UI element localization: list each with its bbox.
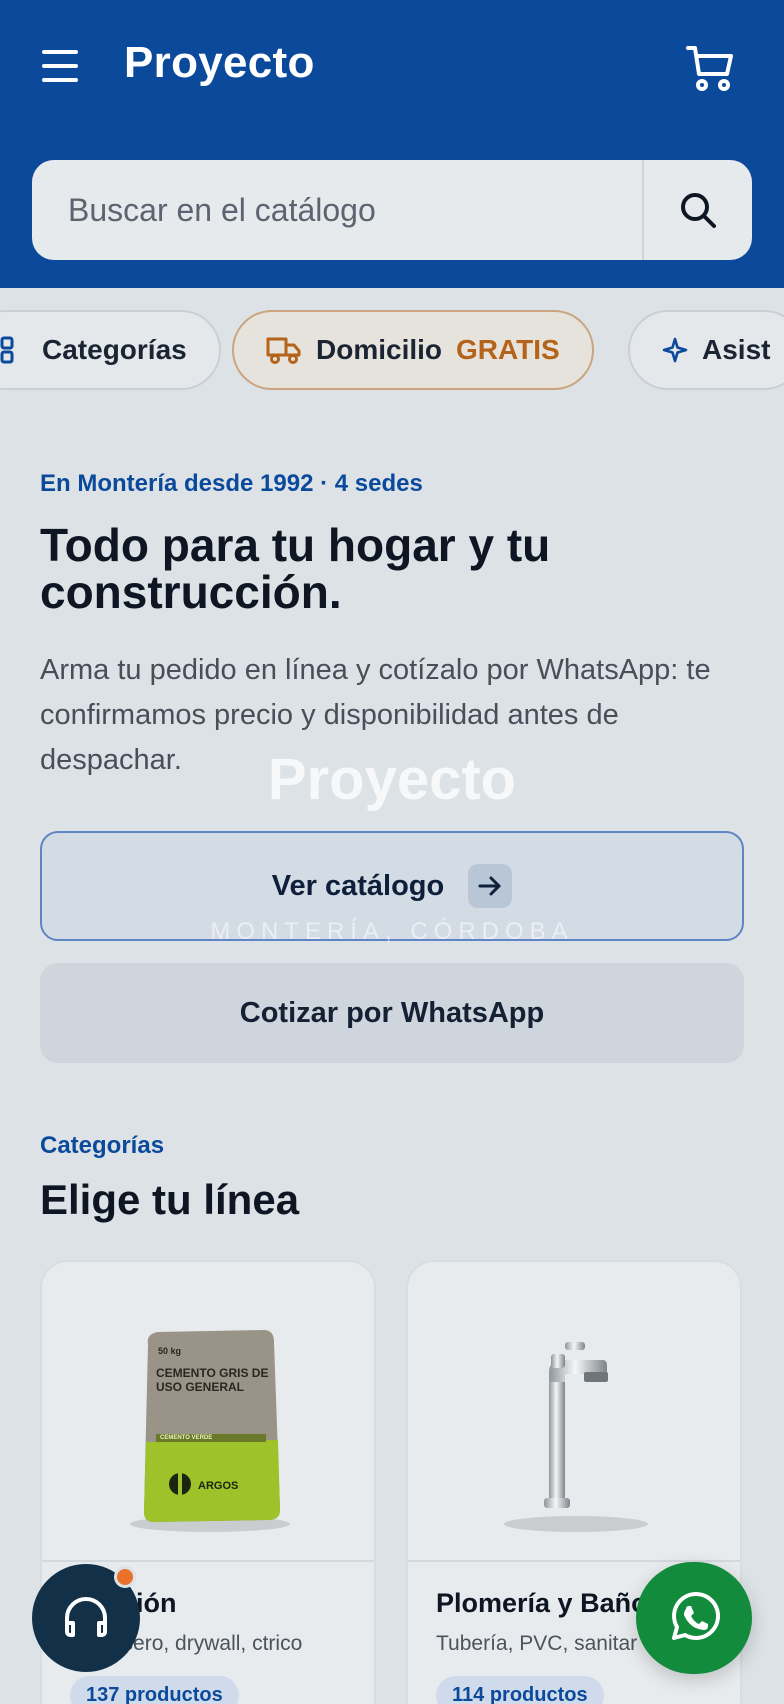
headset-icon	[65, 1597, 107, 1637]
hero-eyebrow: En Montería desde 1992 · 4 sedes	[40, 470, 423, 497]
search-icon	[681, 193, 716, 228]
search-bar	[32, 160, 752, 260]
quick-chips: Categorías Domicilio GRATIS Asist	[0, 288, 784, 398]
brand-logo[interactable]: Proyecto	[124, 38, 315, 88]
truck-icon	[266, 337, 301, 364]
whatsapp-quote-button[interactable]: Cotizar por WhatsApp	[40, 963, 744, 1063]
product-count-badge: 137 productos	[70, 1676, 239, 1704]
sparkle-icon	[662, 337, 688, 363]
hero-section: En Montería desde 1992 · 4 sedes Todo pa…	[0, 398, 784, 1098]
categories-title: Elige tu línea	[40, 1176, 300, 1223]
top-header: Proyecto	[0, 0, 784, 288]
menu-icon-bar	[42, 50, 78, 54]
cement-label-text: CEMENTO GRIS DE USO GENERAL	[156, 1366, 269, 1395]
arrow-right-icon	[468, 864, 513, 908]
faucet-image	[408, 1262, 740, 1562]
chip-assistant[interactable]: Asist	[628, 310, 784, 390]
watermark-location: MONTERÍA, CÓRDOBA	[210, 918, 574, 945]
menu-icon-bar	[42, 64, 78, 68]
chip-delivery-label: Domicilio	[316, 334, 443, 365]
menu-button[interactable]	[38, 46, 82, 86]
categories-eyebrow: Categorías	[40, 1132, 165, 1159]
cart-button[interactable]	[686, 44, 736, 94]
whatsapp-icon	[672, 1591, 721, 1640]
watermark-brand: Proyecto	[267, 747, 517, 812]
grid-icon	[0, 336, 14, 364]
cement-brand-text: ARGOS	[198, 1480, 238, 1492]
search-button[interactable]	[642, 160, 752, 260]
product-count-badge: 114 productos	[436, 1676, 604, 1704]
view-catalog-label: Ver catálogo	[271, 869, 445, 902]
free-badge: GRATIS	[456, 334, 560, 365]
cement-weight-text: 50 kg	[158, 1346, 181, 1356]
chip-categories-label: Categorías	[42, 334, 187, 365]
cart-icon	[686, 46, 733, 91]
category-name: Plomería y Baño	[436, 1588, 648, 1618]
search-input[interactable]	[32, 160, 642, 260]
chip-assistant-label: Asist	[702, 334, 771, 365]
hero-title: Todo para tu hogar y tu construcción.	[40, 519, 551, 619]
cement-tag-text: CEMENTO VERDE	[160, 1435, 212, 1441]
menu-icon-bar	[42, 78, 78, 82]
chip-categories[interactable]: Categorías	[0, 310, 221, 390]
chip-delivery[interactable]: Domicilio GRATIS	[232, 310, 594, 390]
cement-bag-image: 50 kg CEMENTO GRIS DE USO GENERAL CEMENT…	[42, 1262, 374, 1562]
whatsapp-button[interactable]	[636, 1562, 752, 1674]
notification-dot	[114, 1566, 136, 1588]
